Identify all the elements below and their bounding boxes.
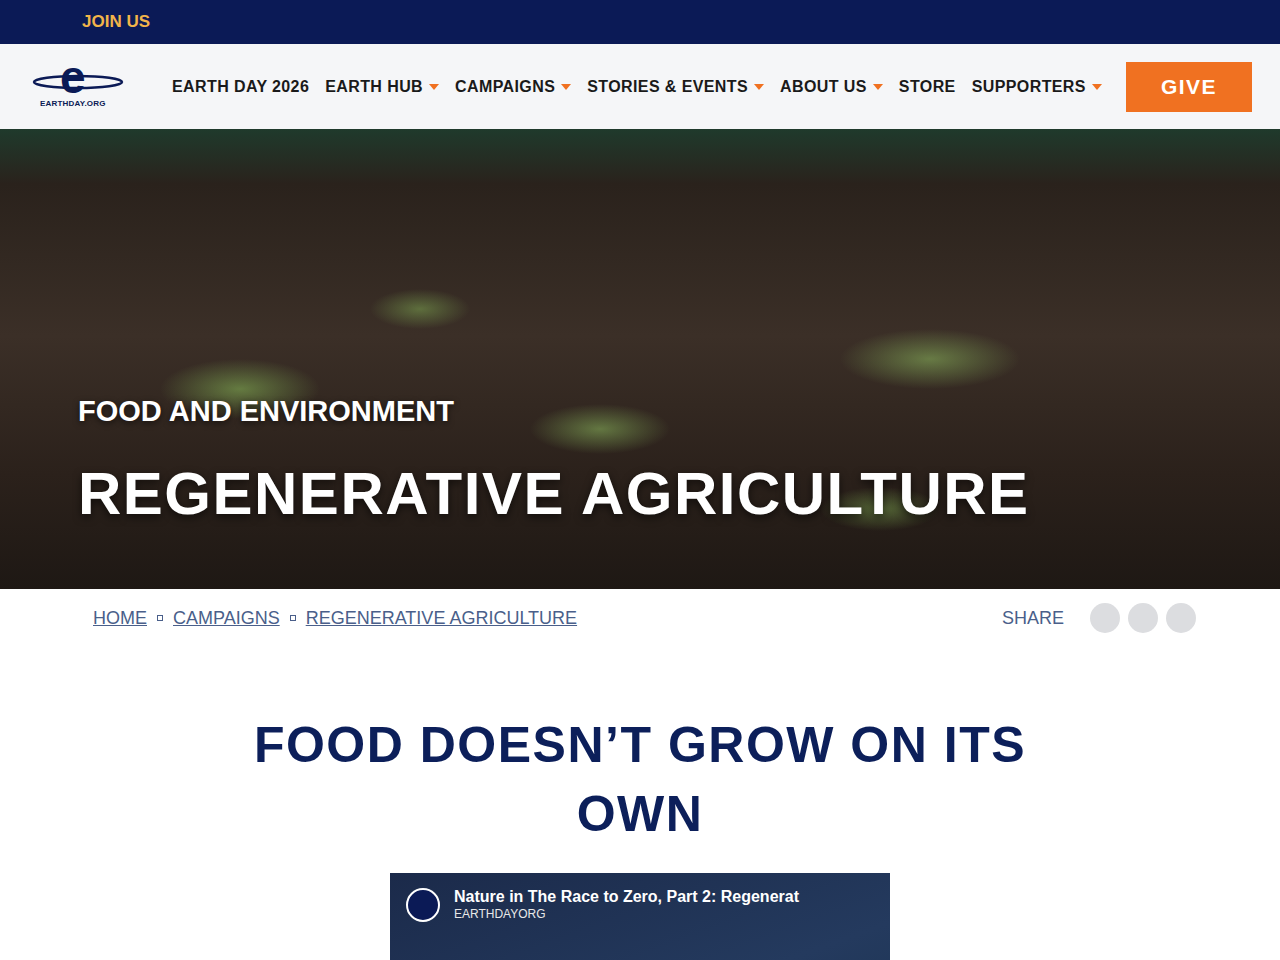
give-button[interactable]: GIVE xyxy=(1126,62,1252,112)
breadcrumb-link[interactable]: CAMPAIGNS xyxy=(173,605,280,632)
logo-mark: e xyxy=(60,54,86,100)
breadcrumb-row: HOME CAMPAIGNS REGENERATIVE AGRICULTURE SHA… xyxy=(0,589,1280,643)
nav-item: STORIES & EVENTS xyxy=(587,75,764,99)
section-heading: FOOD DOESN’T GROW ON ITS OWN xyxy=(240,711,1040,849)
caret-icon xyxy=(561,84,571,90)
nav-item: ABOUT US xyxy=(780,75,883,99)
nav-label: STORE xyxy=(899,78,956,95)
nav-label: STORIES & EVENTS xyxy=(587,78,748,95)
nav-label: EARTH HUB xyxy=(325,78,423,95)
breadcrumb: HOME CAMPAIGNS REGENERATIVE AGRICULTURE xyxy=(93,605,577,632)
nav-link[interactable]: ABOUT US xyxy=(780,78,883,95)
video-meta: Nature in The Race to Zero, Part 2: Rege… xyxy=(454,887,799,923)
nav-label: EARTH DAY 2026 xyxy=(172,78,309,95)
share: SHARE xyxy=(1002,603,1196,633)
main-nav: eEARTHDAY.ORG EARTH DAY 2026 EARTH HUB CAMP… xyxy=(0,44,1280,129)
hero: FOOD AND ENVIRONMENT REGENERATIVE AGRICUL… xyxy=(0,129,1280,589)
video-header: Nature in The Race to Zero, Part 2: Rege… xyxy=(390,873,890,937)
nav-link[interactable]: STORE xyxy=(899,78,956,95)
nav-item: STORE xyxy=(899,75,956,99)
nav-link[interactable]: EARTH DAY 2026 xyxy=(172,78,309,95)
caret-icon xyxy=(873,84,883,90)
nav-link[interactable]: STORIES & EVENTS xyxy=(587,78,764,95)
nav-link[interactable]: EARTH HUB xyxy=(325,78,439,95)
nav-item: EARTH DAY 2026 xyxy=(172,75,309,99)
separator-icon xyxy=(290,615,296,621)
nav-link[interactable]: CAMPAIGNS xyxy=(455,78,571,95)
nav-item: CAMPAIGNS xyxy=(455,75,571,99)
hero-title: REGENERATIVE AGRICULTURE xyxy=(78,461,1280,527)
join-link[interactable]: JOIN US xyxy=(82,0,150,44)
nav-label: SUPPORTERS xyxy=(972,78,1086,95)
nav-label: ABOUT US xyxy=(780,78,867,95)
share-button[interactable] xyxy=(1090,603,1120,633)
video-title[interactable]: Nature in The Race to Zero, Part 2: Rege… xyxy=(454,887,799,906)
logo[interactable]: eEARTHDAY.ORG xyxy=(32,60,124,114)
share-button[interactable] xyxy=(1166,603,1196,633)
share-button[interactable] xyxy=(1128,603,1158,633)
share-label: SHARE xyxy=(1002,605,1064,632)
separator-icon xyxy=(157,615,163,621)
nav-link[interactable]: SUPPORTERS xyxy=(972,78,1102,95)
video-player[interactable]: Nature in The Race to Zero, Part 2: Rege… xyxy=(390,873,890,960)
channel-avatar-icon[interactable] xyxy=(406,888,440,922)
caret-icon xyxy=(429,84,439,90)
nav-item: EARTH HUB xyxy=(325,75,439,99)
hero-category: FOOD AND ENVIRONMENT xyxy=(78,390,1280,434)
caret-icon xyxy=(1092,84,1102,90)
nav-item: SUPPORTERS xyxy=(972,75,1102,99)
top-bar: JOIN US xyxy=(0,0,1280,44)
nav-menu: EARTH DAY 2026 EARTH HUB CAMPAIGNS STORIES … xyxy=(172,75,1126,99)
logo-text: EARTHDAY.ORG xyxy=(40,98,106,110)
video-channel[interactable]: EARTHDAYORG xyxy=(454,906,799,923)
nav-label: CAMPAIGNS xyxy=(455,78,555,95)
breadcrumb-link[interactable]: HOME xyxy=(93,605,147,632)
caret-icon xyxy=(754,84,764,90)
breadcrumb-link[interactable]: REGENERATIVE AGRICULTURE xyxy=(306,605,577,632)
